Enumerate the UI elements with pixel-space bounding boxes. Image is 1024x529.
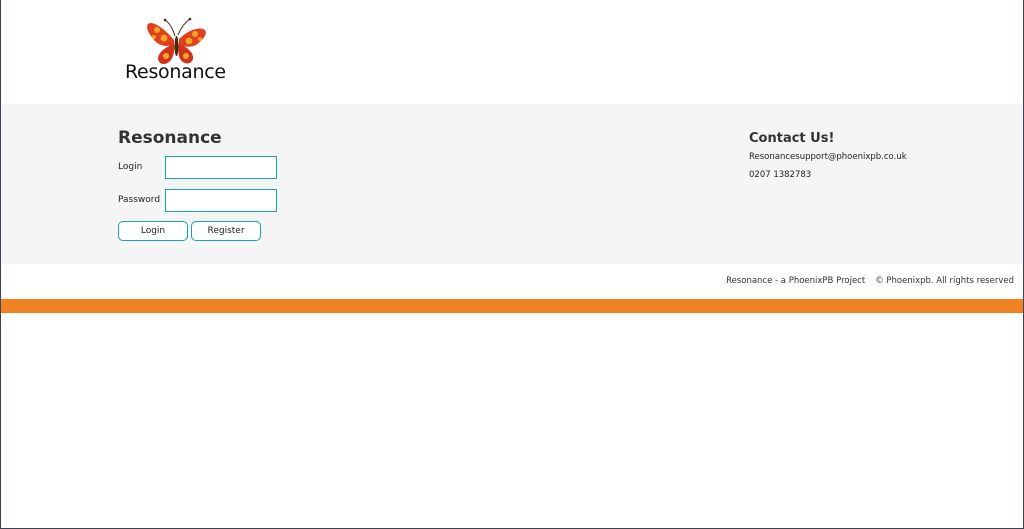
resonance-logo[interactable]: Resonance: [122, 14, 232, 86]
footer-project-text: Resonance - a PhoenixPB Project: [726, 276, 866, 286]
butterfly-icon: [147, 17, 206, 65]
login-button[interactable]: Login: [118, 221, 188, 241]
contact-title: Contact Us!: [749, 131, 835, 146]
contact-email: Resonancesupport@phoenixpb.co.uk: [749, 152, 907, 162]
page-footer: Resonance - a PhoenixPB Project © Phoenix…: [726, 276, 1014, 286]
orange-footer-bar: [1, 299, 1023, 313]
login-band: Resonance Login Password Login Register …: [1, 104, 1023, 264]
login-input[interactable]: [165, 156, 277, 179]
page-header: Resonance: [0, 0, 1024, 104]
login-label: Login: [118, 162, 143, 172]
footer-copyright-text: © Phoenixpb. All rights reserved: [875, 276, 1014, 286]
logo-text: Resonance: [125, 61, 226, 83]
password-label: Password: [118, 195, 161, 205]
form-title: Resonance: [118, 128, 222, 148]
password-input[interactable]: [165, 189, 277, 212]
register-button[interactable]: Register: [191, 221, 261, 241]
contact-phone: 0207 1382783: [749, 170, 812, 180]
